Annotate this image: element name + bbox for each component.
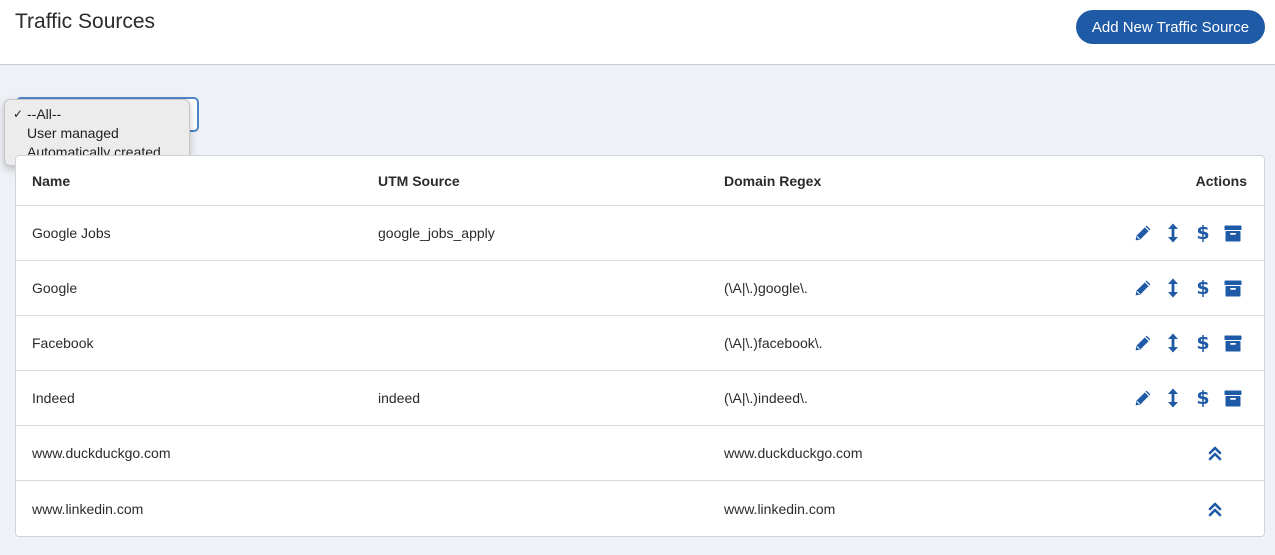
page-title: Traffic Sources: [15, 10, 156, 33]
add-traffic-source-button[interactable]: Add New Traffic Source: [1076, 10, 1265, 44]
arrows-vertical-icon[interactable]: [1164, 333, 1182, 353]
cell-name: Google Jobs: [32, 225, 111, 241]
pencil-icon[interactable]: [1134, 223, 1152, 243]
cell-domain-regex: www.linkedin.com: [724, 500, 836, 517]
dollar-icon[interactable]: $: [1194, 333, 1212, 353]
row-actions: $: [1134, 371, 1242, 425]
archive-box-icon[interactable]: [1224, 278, 1242, 298]
cell-utm-source: indeed: [378, 390, 421, 406]
column-header-name: Name: [32, 172, 71, 189]
cell-name: www.linkedin.com: [32, 500, 144, 517]
column-header-actions: Actions: [1195, 172, 1247, 189]
row-actions: [1206, 481, 1224, 536]
dollar-icon[interactable]: $: [1194, 278, 1212, 298]
dollar-icon[interactable]: $: [1194, 223, 1212, 243]
check-icon: ✓: [13, 107, 24, 121]
arrows-vertical-icon[interactable]: [1164, 278, 1182, 298]
pencil-icon[interactable]: [1134, 388, 1152, 408]
cell-utm-source: google_jobs_apply: [378, 225, 495, 241]
table-row: Google (\A|\.)google\. $: [16, 261, 1264, 316]
pencil-icon[interactable]: [1134, 333, 1152, 353]
cell-domain-regex: www.duckduckgo.com: [724, 445, 863, 461]
table-row: Google Jobs google_jobs_apply $: [16, 206, 1264, 261]
table-header: Name UTM Source Domain Regex Actions: [16, 156, 1264, 206]
table-row: www.linkedin.com www.linkedin.com: [16, 481, 1264, 536]
archive-box-icon[interactable]: [1224, 333, 1242, 353]
table-row: Facebook (\A|\.)facebook\. $: [16, 316, 1264, 371]
row-actions: $: [1134, 206, 1242, 260]
arrows-vertical-icon[interactable]: [1164, 223, 1182, 243]
cell-domain-regex: (\A|\.)indeed\.: [724, 390, 808, 406]
dropdown-option-label: User managed: [27, 125, 119, 141]
column-header-utm-source: UTM Source: [378, 172, 460, 189]
row-actions: $: [1134, 261, 1242, 315]
table-row: www.duckduckgo.com www.duckduckgo.com: [16, 426, 1264, 481]
table-body: Google Jobs google_jobs_apply $ Google (\A…: [16, 206, 1264, 536]
cell-name: Facebook: [32, 335, 94, 351]
arrows-vertical-icon[interactable]: [1164, 388, 1182, 408]
double-chevron-up-icon[interactable]: [1206, 499, 1224, 519]
column-header-domain-regex: Domain Regex: [724, 172, 822, 189]
row-actions: $: [1134, 316, 1242, 370]
cell-name: www.duckduckgo.com: [32, 445, 171, 461]
double-chevron-up-icon[interactable]: [1206, 443, 1224, 463]
dollar-icon[interactable]: $: [1194, 388, 1212, 408]
archive-box-icon[interactable]: [1224, 388, 1242, 408]
page-header: Traffic Sources Add New Traffic Source: [0, 0, 1275, 65]
archive-box-icon[interactable]: [1224, 223, 1242, 243]
row-actions: [1206, 426, 1224, 480]
cell-name: Indeed: [32, 390, 75, 406]
traffic-sources-table: Name UTM Source Domain Regex Actions Goo…: [15, 155, 1265, 537]
dropdown-option-all[interactable]: ✓ --All--: [5, 105, 189, 124]
dropdown-option-label: --All--: [27, 106, 62, 122]
pencil-icon[interactable]: [1134, 278, 1152, 298]
cell-domain-regex: (\A|\.)facebook\.: [724, 335, 823, 351]
dropdown-option-user-managed[interactable]: User managed: [5, 124, 189, 143]
cell-name: Google: [32, 280, 78, 296]
cell-domain-regex: (\A|\.)google\.: [724, 280, 808, 296]
table-row: Indeed indeed (\A|\.)indeed\. $: [16, 371, 1264, 426]
